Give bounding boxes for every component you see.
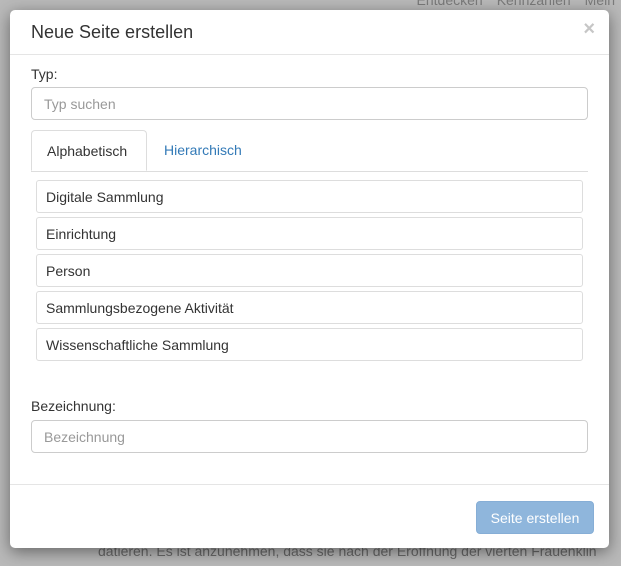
name-label: Bezeichnung:	[31, 398, 116, 414]
tab-hierarchisch[interactable]: Hierarchisch	[149, 130, 257, 171]
nav-entdecken: Entdecken	[416, 0, 483, 8]
type-item-einrichtung[interactable]: Einrichtung	[36, 217, 583, 250]
dialog-footer: Seite erstellen	[10, 484, 609, 549]
tab-alphabetisch[interactable]: Alphabetisch	[31, 130, 147, 171]
type-item-digitale-sammlung[interactable]: Digitale Sammlung	[36, 180, 583, 213]
nav-mein: Mein	[584, 0, 615, 8]
type-search-input[interactable]	[31, 87, 588, 120]
dialog-header: Neue Seite erstellen ×	[10, 10, 609, 55]
create-page-dialog: Neue Seite erstellen × Typ: Alphabetisch…	[10, 10, 609, 548]
type-item-wissenschaftliche-sammlung[interactable]: Wissenschaftliche Sammlung	[36, 328, 583, 361]
type-label: Typ:	[31, 66, 58, 82]
dialog-title: Neue Seite erstellen	[31, 22, 194, 42]
type-list: Digitale Sammlung Einrichtung Person Sam…	[36, 180, 583, 365]
type-item-person[interactable]: Person	[36, 254, 583, 287]
background-nav: Entdecken Kennzahlen Mein	[417, 0, 615, 8]
nav-kennzahlen: Kennzahlen	[496, 0, 571, 8]
name-input[interactable]	[31, 420, 588, 453]
create-page-button[interactable]: Seite erstellen	[476, 501, 594, 534]
close-icon[interactable]: ×	[583, 19, 595, 39]
type-tabs: Alphabetisch Hierarchisch	[31, 130, 588, 172]
type-item-sammlungsbezogene-aktivitaet[interactable]: Sammlungsbezogene Aktivität	[36, 291, 583, 324]
